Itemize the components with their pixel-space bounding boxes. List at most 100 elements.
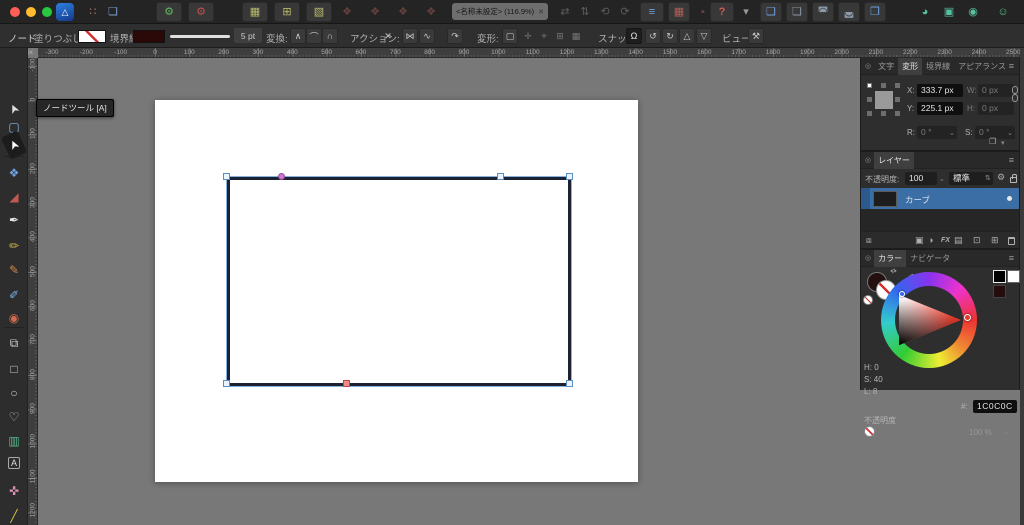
- anchor-point-bottom[interactable]: [881, 111, 886, 116]
- link-dimensions-icon[interactable]: [1012, 86, 1018, 94]
- account-icon[interactable]: ☺: [994, 2, 1012, 22]
- horizontal-ruler[interactable]: -300 -200 -100 0 100 200 300 400 500 600 700 800 900…: [38, 48, 1020, 58]
- new-layer-icon[interactable]: ⊞: [991, 236, 999, 245]
- preferences-gear-icon[interactable]: ⚙: [156, 2, 182, 22]
- tab-character[interactable]: 文字: [874, 58, 898, 75]
- node-handle-top-right[interactable]: [566, 173, 573, 180]
- boolean-intersect-icon[interactable]: ◚: [812, 2, 834, 22]
- live-filter-icon[interactable]: ▤: [954, 236, 963, 245]
- corner-tool[interactable]: ◢: [0, 188, 28, 206]
- anchor-point-top[interactable]: [881, 83, 886, 88]
- assistant-caret-icon[interactable]: ▾: [737, 2, 755, 22]
- transform-origin-icon[interactable]: ✛: [520, 28, 536, 44]
- convert-sharp-icon[interactable]: ∧: [290, 28, 306, 44]
- perspective-icon[interactable]: ❖: [394, 2, 412, 22]
- tab-appearance[interactable]: アピアランス: [954, 58, 1010, 75]
- anchor-point-top-left[interactable]: [867, 83, 872, 88]
- blend-caret-icon[interactable]: ⇅: [985, 174, 991, 182]
- tab-layers[interactable]: レイヤー: [874, 151, 914, 169]
- anchor-point-bottom-left[interactable]: [867, 111, 872, 116]
- tab-stroke[interactable]: 境界線: [922, 58, 954, 75]
- tab-transform[interactable]: 変形: [898, 57, 923, 75]
- paint-brush-tool[interactable]: ✐: [0, 286, 28, 304]
- selected-node-top[interactable]: [278, 173, 285, 180]
- boolean-divide-icon[interactable]: ◛: [838, 2, 860, 22]
- maximize-window-button[interactable]: [42, 7, 52, 17]
- settings-gear-icon[interactable]: ⚙: [188, 2, 214, 22]
- document-tab[interactable]: <名称未設定> (116.9%) ✕: [452, 3, 548, 20]
- s-caret-icon[interactable]: ⌄: [1007, 129, 1013, 137]
- anchor-point-right[interactable]: [895, 97, 900, 102]
- snap-object-icon[interactable]: ▧: [306, 2, 332, 22]
- ellipse-tool[interactable]: ○: [0, 384, 28, 402]
- vector-brush-tool[interactable]: ✎: [0, 261, 28, 279]
- layer-expand-strip[interactable]: [861, 188, 870, 209]
- swap-colors-icon[interactable]: ⇆: [890, 267, 899, 276]
- boolean-combine-icon[interactable]: ❒: [864, 2, 886, 22]
- opacity-no-fill-icon[interactable]: [864, 426, 875, 437]
- action-reverse-curve-icon[interactable]: ↷: [447, 28, 463, 44]
- snap-option-2-icon[interactable]: ↻: [662, 28, 678, 44]
- snap-magnet-icon[interactable]: Ω: [626, 28, 642, 44]
- boolean-subtract-icon[interactable]: ❏: [786, 2, 808, 22]
- link-dimensions-icon[interactable]: [1012, 94, 1018, 102]
- anchor-point-left[interactable]: [867, 97, 872, 102]
- clip-mask-icon[interactable]: ⧈: [866, 236, 872, 245]
- transform-duplicate-caret-icon[interactable]: ▾: [1001, 139, 1005, 147]
- highlighted-node-bottom[interactable]: [343, 380, 350, 387]
- mesh-icon[interactable]: ❖: [422, 2, 440, 22]
- tab-navigator[interactable]: ナビゲータ: [906, 250, 954, 267]
- insert-behind-icon[interactable]: ◕: [916, 2, 934, 22]
- insert-inside-icon[interactable]: ▣: [940, 2, 958, 22]
- rotate-ccw-icon[interactable]: ⟲: [596, 2, 614, 22]
- pen-tool[interactable]: ✒: [0, 211, 28, 229]
- node-handle-top-left[interactable]: [223, 173, 230, 180]
- minimize-window-button[interactable]: [26, 7, 36, 17]
- transform-grid-icon[interactable]: ▦: [568, 28, 584, 44]
- layer-settings-gear-icon[interactable]: ⚙: [997, 173, 1005, 182]
- hue-ring-selector[interactable]: [964, 314, 971, 321]
- r-caret-icon[interactable]: ⌄: [949, 129, 955, 137]
- close-window-button[interactable]: [10, 7, 20, 17]
- node-handle-bottom-right[interactable]: [566, 380, 573, 387]
- transform-bounds-icon[interactable]: ⊞: [552, 28, 568, 44]
- x-field[interactable]: 333.7 px: [917, 84, 963, 97]
- opacity-caret-icon[interactable]: ⌄: [939, 175, 945, 183]
- recent-color-swatch[interactable]: [993, 285, 1006, 298]
- layer-thumbnail[interactable]: [873, 190, 897, 207]
- node-handle-bottom-left[interactable]: [223, 380, 230, 387]
- panel-menu-icon[interactable]: ≡: [1009, 253, 1014, 263]
- new-pixel-layer-icon[interactable]: ⊡: [973, 236, 981, 245]
- tab-color[interactable]: カラー: [874, 249, 907, 267]
- heart-shape-tool[interactable]: ♡: [0, 408, 28, 426]
- rotate-cw-icon[interactable]: ⟳: [616, 2, 634, 22]
- snap-grid-icon[interactable]: ▦: [242, 2, 268, 22]
- h-field[interactable]: 0 px: [978, 102, 1014, 115]
- hex-field[interactable]: 1C0C0C: [973, 400, 1017, 413]
- color-picker-tool[interactable]: ✜: [0, 482, 28, 500]
- primary-swatch-black[interactable]: [993, 270, 1006, 283]
- artistic-text-tool[interactable]: A: [8, 457, 20, 469]
- layout-icon[interactable]: ❏: [104, 2, 122, 22]
- alignment-icon[interactable]: ≡: [640, 2, 664, 22]
- layer-lock-icon[interactable]: [1010, 174, 1017, 183]
- distort-icon[interactable]: ❖: [366, 2, 384, 22]
- view-options-icon[interactable]: ⚒: [748, 28, 764, 44]
- snap-option-3-icon[interactable]: △: [679, 28, 695, 44]
- action-close-curve-icon[interactable]: ✕: [380, 28, 396, 44]
- flip-horizontal-icon[interactable]: ⇄: [556, 2, 574, 22]
- panel-menu-icon[interactable]: ≡: [1009, 61, 1014, 71]
- mask-layer-icon[interactable]: ▣: [915, 236, 924, 245]
- flip-vertical-icon[interactable]: ⇅: [576, 2, 594, 22]
- w-field[interactable]: 0 px: [978, 84, 1014, 97]
- vector-crop-tool[interactable]: ⧉: [0, 334, 28, 352]
- transform-duplicate-icon[interactable]: ❐: [989, 138, 996, 146]
- y-field[interactable]: 225.1 px: [917, 102, 963, 115]
- close-document-icon[interactable]: ✕: [538, 8, 544, 16]
- panel-menu-icon[interactable]: ≡: [1009, 155, 1014, 165]
- adjustment-layer-icon[interactable]: ◑: [928, 236, 933, 245]
- action-smooth-curve-icon[interactable]: ∿: [419, 28, 435, 44]
- transform-mode-icon[interactable]: ▢: [502, 28, 518, 44]
- stroke-width-slider[interactable]: [170, 35, 230, 38]
- color-dots-icon[interactable]: ∷: [84, 2, 102, 22]
